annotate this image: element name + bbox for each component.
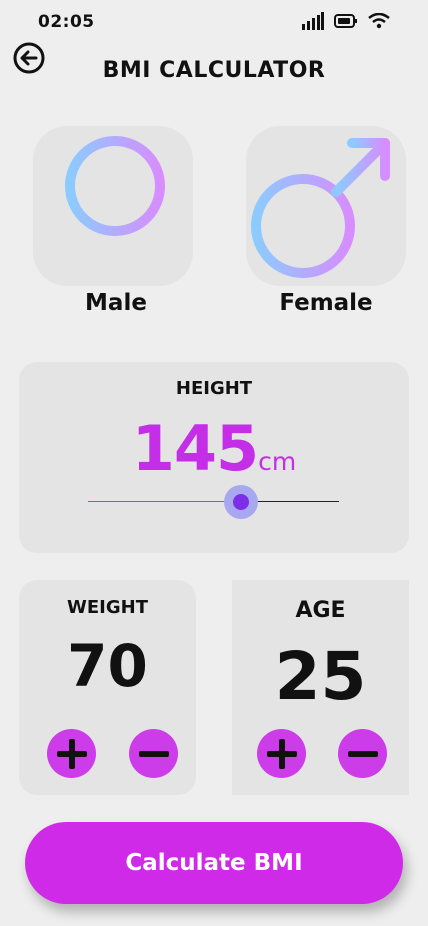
page-title: BMI CALCULATOR <box>102 58 326 83</box>
status-icons <box>302 12 390 30</box>
plus-icon <box>266 738 297 769</box>
weight-value: 70 <box>67 632 148 700</box>
plus-icon <box>56 738 87 769</box>
weight-decrement-button[interactable] <box>129 729 178 778</box>
venus-icon <box>65 136 165 281</box>
height-value: 145 <box>131 412 259 485</box>
mars-icon <box>251 138 390 278</box>
height-slider-handle[interactable] <box>224 485 259 519</box>
weight-card: WEIGHT 70 <box>19 580 196 795</box>
gender-card-male[interactable] <box>33 126 193 286</box>
height-readout: 145cm <box>19 412 409 485</box>
age-decrement-button[interactable] <box>338 729 387 778</box>
signal-icon <box>302 12 324 30</box>
age-value: 25 <box>274 638 367 715</box>
gender-label-male: Male <box>85 290 147 316</box>
weight-increment-button[interactable] <box>47 729 96 778</box>
minus-icon <box>347 739 378 769</box>
gender-card-female[interactable] <box>246 126 406 286</box>
age-card: AGE 25 <box>232 580 409 795</box>
wifi-icon <box>368 13 390 29</box>
height-slider-thumb[interactable] <box>233 494 250 510</box>
status-time: 02:05 <box>38 12 95 32</box>
height-slider-fill <box>88 501 242 502</box>
age-title: AGE <box>295 598 346 623</box>
age-increment-button[interactable] <box>257 729 306 778</box>
height-unit: cm <box>258 447 297 476</box>
calculate-bmi-button[interactable]: Calculate BMI <box>25 822 403 904</box>
battery-icon <box>334 14 357 28</box>
height-title: HEIGHT <box>175 378 253 399</box>
height-card: HEIGHT 145cm <box>19 362 409 553</box>
gender-label-female: Female <box>279 290 373 316</box>
weight-title: WEIGHT <box>67 597 148 618</box>
minus-icon <box>138 739 169 769</box>
